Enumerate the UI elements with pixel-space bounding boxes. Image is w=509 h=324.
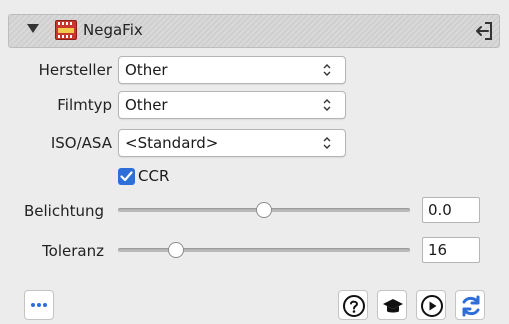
belichtung-label: Belichtung <box>23 202 104 220</box>
iso-select[interactable]: <Standard> <box>118 129 346 157</box>
more-dots-icon <box>31 303 47 307</box>
toleranz-label: Toleranz <box>42 242 104 260</box>
panel-title: NegaFix <box>83 21 143 39</box>
refresh-button[interactable] <box>455 290 485 320</box>
filmtyp-value: Other <box>125 96 168 114</box>
graduation-cap-icon <box>383 299 403 313</box>
belichtung-slider-thumb[interactable] <box>256 202 272 218</box>
belichtung-value: 0.0 <box>428 201 452 219</box>
toleranz-value: 16 <box>428 241 448 259</box>
play-button[interactable] <box>416 290 446 320</box>
belichtung-input[interactable]: 0.0 <box>422 197 480 223</box>
checkmark-icon <box>120 171 133 182</box>
ccr-checkbox[interactable] <box>118 168 135 185</box>
toleranz-slider-track[interactable] <box>118 248 410 252</box>
disclosure-triangle-icon[interactable] <box>27 24 39 33</box>
filmtyp-select[interactable]: Other <box>118 91 346 119</box>
select-arrows-icon <box>323 137 331 149</box>
exit-panel-icon[interactable] <box>473 20 495 42</box>
hersteller-label: Hersteller <box>38 61 112 79</box>
hersteller-select[interactable]: Other <box>118 56 346 84</box>
panel-titlebar[interactable]: NegaFix <box>8 14 500 48</box>
toleranz-slider-thumb[interactable] <box>167 242 184 258</box>
help-icon <box>343 295 365 317</box>
hersteller-value: Other <box>125 61 168 79</box>
refresh-icon <box>462 295 480 317</box>
toleranz-input[interactable]: 16 <box>422 237 480 263</box>
iso-value: <Standard> <box>125 134 219 152</box>
ccr-label: CCR <box>138 167 170 185</box>
play-icon <box>421 295 443 317</box>
learn-button[interactable] <box>377 290 407 320</box>
select-arrows-icon <box>323 64 331 76</box>
more-options-button[interactable] <box>24 290 54 320</box>
help-button[interactable] <box>338 290 368 320</box>
iso-label: ISO/ASA <box>50 134 112 152</box>
filmtyp-label: Filmtyp <box>57 96 112 114</box>
negafix-film-icon <box>55 20 77 40</box>
select-arrows-icon <box>323 99 331 111</box>
negafix-panel <box>6 4 503 320</box>
